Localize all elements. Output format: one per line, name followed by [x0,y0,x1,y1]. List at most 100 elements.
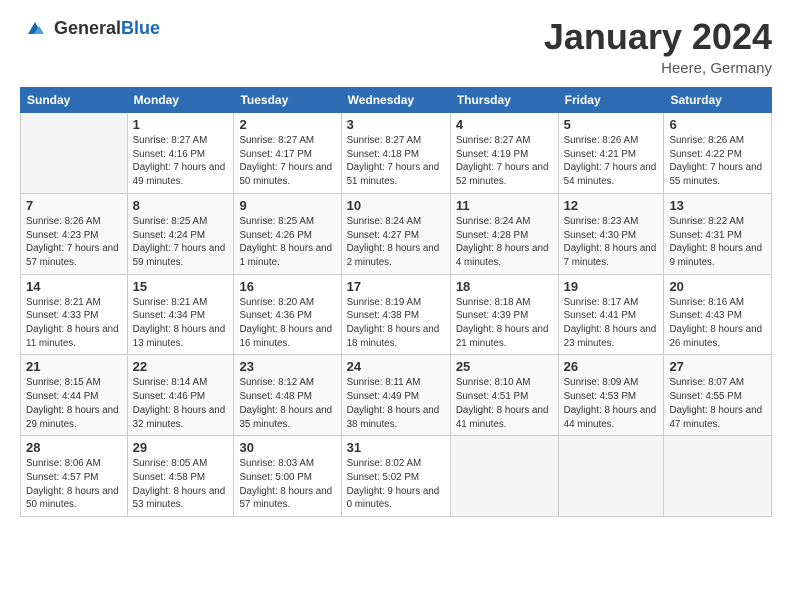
calendar-cell: 28Sunrise: 8:06 AMSunset: 4:57 PMDayligh… [21,436,128,517]
day-info: Sunrise: 8:17 AMSunset: 4:41 PMDaylight:… [564,296,659,351]
daylight-text: Daylight: 8 hours and 11 minutes. [26,323,122,350]
sunrise-text: Sunrise: 8:07 AM [669,376,766,390]
sunrise-text: Sunrise: 8:25 AM [133,215,229,229]
day-number: 17 [347,279,445,294]
day-number: 20 [669,279,766,294]
col-tuesday: Tuesday [234,88,341,113]
daylight-text: Daylight: 8 hours and 26 minutes. [669,323,766,350]
sunset-text: Sunset: 5:02 PM [347,471,445,485]
sunrise-text: Sunrise: 8:27 AM [456,134,553,148]
day-info: Sunrise: 8:27 AMSunset: 4:18 PMDaylight:… [347,134,445,189]
sunset-text: Sunset: 4:27 PM [347,229,445,243]
sunset-text: Sunset: 5:00 PM [239,471,335,485]
day-number: 1 [133,117,229,132]
day-info: Sunrise: 8:15 AMSunset: 4:44 PMDaylight:… [26,376,122,431]
day-info: Sunrise: 8:14 AMSunset: 4:46 PMDaylight:… [133,376,229,431]
sunrise-text: Sunrise: 8:03 AM [239,457,335,471]
calendar-week-2: 7Sunrise: 8:26 AMSunset: 4:23 PMDaylight… [21,193,772,274]
daylight-text: Daylight: 7 hours and 49 minutes. [133,161,229,188]
calendar-cell: 24Sunrise: 8:11 AMSunset: 4:49 PMDayligh… [341,355,450,436]
calendar-cell: 29Sunrise: 8:05 AMSunset: 4:58 PMDayligh… [127,436,234,517]
day-info: Sunrise: 8:26 AMSunset: 4:23 PMDaylight:… [26,215,122,270]
calendar-cell: 13 Sunrise: 8:22 AMSunset: 4:31 PMDayligh… [664,193,772,274]
day-number: 11 [456,198,553,213]
sunset-text: Sunset: 4:46 PM [133,390,229,404]
sunrise-text: Sunrise: 8:16 AM [669,296,766,310]
daylight-text: Daylight: 8 hours and 23 minutes. [564,323,659,350]
calendar-cell [664,436,772,517]
calendar-cell: 19Sunrise: 8:17 AMSunset: 4:41 PMDayligh… [558,274,664,355]
sunrise-text: Sunrise: 8:12 AM [239,376,335,390]
logo-text: GeneralBlue [54,18,160,39]
sunset-text: Sunset: 4:31 PM [669,229,766,243]
sunrise-text: Sunrise: 8:02 AM [347,457,445,471]
calendar-cell: 10 Sunrise: 8:24 AMSunset: 4:27 PMDayligh… [341,193,450,274]
calendar-table: Sunday Monday Tuesday Wednesday Thursday… [20,87,772,517]
day-info: Sunrise: 8:24 AMSunset: 4:27 PMDaylight:… [347,215,445,270]
sunrise-text: Sunrise: 8:27 AM [239,134,335,148]
sunrise-text: Sunrise: 8:21 AM [133,296,229,310]
day-info: Sunrise: 8:16 AMSunset: 4:43 PMDaylight:… [669,296,766,351]
sunrise-text: Sunrise: 8:15 AM [26,376,122,390]
sunset-text: Sunset: 4:16 PM [133,148,229,162]
day-number: 3 [347,117,445,132]
sunset-text: Sunset: 4:51 PM [456,390,553,404]
day-info: Sunrise: 8:24 AMSunset: 4:28 PMDaylight:… [456,215,553,270]
sunset-text: Sunset: 4:44 PM [26,390,122,404]
sunset-text: Sunset: 4:26 PM [239,229,335,243]
sunset-text: Sunset: 4:53 PM [564,390,659,404]
day-info: Sunrise: 8:21 AMSunset: 4:34 PMDaylight:… [133,296,229,351]
daylight-text: Daylight: 8 hours and 38 minutes. [347,404,445,431]
daylight-text: Daylight: 7 hours and 50 minutes. [239,161,335,188]
day-info: Sunrise: 8:27 AMSunset: 4:19 PMDaylight:… [456,134,553,189]
daylight-text: Daylight: 7 hours and 55 minutes. [669,161,766,188]
sunset-text: Sunset: 4:41 PM [564,309,659,323]
title-block: January 2024 Heere, Germany [544,16,772,77]
calendar-cell: 9Sunrise: 8:25 AMSunset: 4:26 PMDaylight… [234,193,341,274]
col-friday: Friday [558,88,664,113]
sunset-text: Sunset: 4:49 PM [347,390,445,404]
day-info: Sunrise: 8:02 AMSunset: 5:02 PMDaylight:… [347,457,445,512]
daylight-text: Daylight: 8 hours and 29 minutes. [26,404,122,431]
sunset-text: Sunset: 4:36 PM [239,309,335,323]
calendar-cell: 3 Sunrise: 8:27 AMSunset: 4:18 PMDaylight… [341,113,450,194]
sunset-text: Sunset: 4:34 PM [133,309,229,323]
daylight-text: Daylight: 8 hours and 2 minutes. [347,242,445,269]
calendar-cell: 2Sunrise: 8:27 AMSunset: 4:17 PMDaylight… [234,113,341,194]
sunrise-text: Sunrise: 8:14 AM [133,376,229,390]
calendar-cell: 22Sunrise: 8:14 AMSunset: 4:46 PMDayligh… [127,355,234,436]
sunrise-text: Sunrise: 8:10 AM [456,376,553,390]
sunrise-text: Sunrise: 8:27 AM [347,134,445,148]
day-info: Sunrise: 8:19 AMSunset: 4:38 PMDaylight:… [347,296,445,351]
day-number: 29 [133,440,229,455]
daylight-text: Daylight: 8 hours and 35 minutes. [239,404,335,431]
day-number: 10 [347,198,445,213]
day-number: 21 [26,359,122,374]
sunrise-text: Sunrise: 8:22 AM [669,215,766,229]
calendar-cell: 12Sunrise: 8:23 AMSunset: 4:30 PMDayligh… [558,193,664,274]
daylight-text: Daylight: 8 hours and 50 minutes. [26,485,122,512]
sunset-text: Sunset: 4:23 PM [26,229,122,243]
day-number: 15 [133,279,229,294]
day-number: 28 [26,440,122,455]
sunset-text: Sunset: 4:22 PM [669,148,766,162]
col-saturday: Saturday [664,88,772,113]
month-title: January 2024 [544,16,772,58]
calendar-cell: 23Sunrise: 8:12 AMSunset: 4:48 PMDayligh… [234,355,341,436]
sunset-text: Sunset: 4:28 PM [456,229,553,243]
calendar-cell: 4Sunrise: 8:27 AMSunset: 4:19 PMDaylight… [450,113,558,194]
calendar-cell: 7Sunrise: 8:26 AMSunset: 4:23 PMDaylight… [21,193,128,274]
calendar-cell: 20 Sunrise: 8:16 AMSunset: 4:43 PMDayligh… [664,274,772,355]
day-info: Sunrise: 8:26 AMSunset: 4:22 PMDaylight:… [669,134,766,189]
day-number: 9 [239,198,335,213]
page-container: GeneralBlue January 2024 Heere, Germany … [0,0,792,527]
sunset-text: Sunset: 4:57 PM [26,471,122,485]
sunrise-text: Sunrise: 8:26 AM [26,215,122,229]
sunset-text: Sunset: 4:21 PM [564,148,659,162]
day-number: 13 [669,198,766,213]
sunrise-text: Sunrise: 8:24 AM [347,215,445,229]
daylight-text: Daylight: 8 hours and 9 minutes. [669,242,766,269]
daylight-text: Daylight: 8 hours and 1 minute. [239,242,335,269]
day-number: 8 [133,198,229,213]
calendar-cell: 31Sunrise: 8:02 AMSunset: 5:02 PMDayligh… [341,436,450,517]
